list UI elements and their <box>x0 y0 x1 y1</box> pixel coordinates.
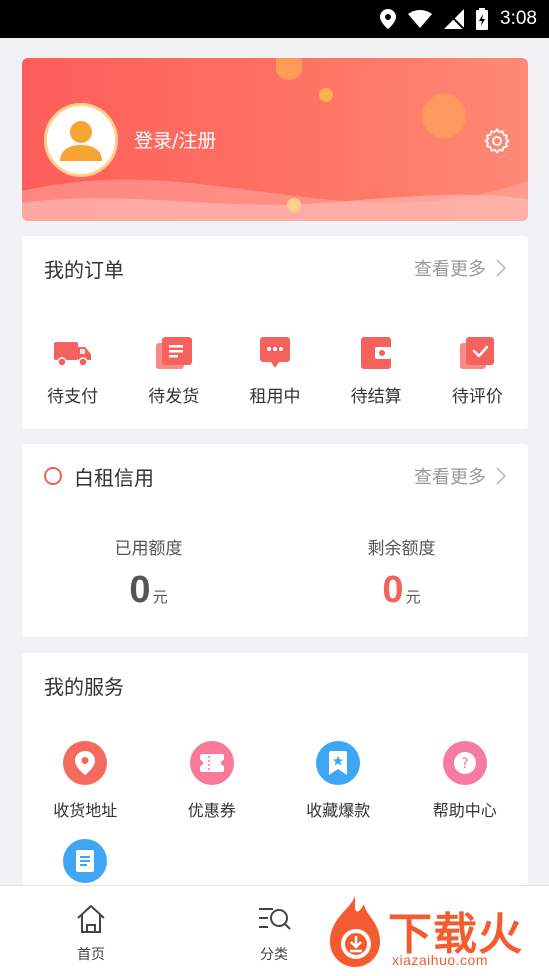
services-row: 收货地址 优惠券 收藏爆款 ? 帮助中心 <box>22 741 528 821</box>
used-quota-unit: 元 <box>152 588 168 606</box>
used-quota-value-row: 0 元 <box>129 569 167 612</box>
service-coupons[interactable]: 优惠券 <box>149 741 276 821</box>
ring-icon <box>44 467 62 485</box>
order-item-label: 待评价 <box>451 387 503 407</box>
remaining-quota-value-row: 0 元 <box>382 569 420 612</box>
credit-more-label: 查看更多 <box>414 467 486 488</box>
orders-more-link[interactable]: 查看更多 <box>414 255 506 281</box>
credit-card: 白租信用 查看更多 已用额度 0 元 剩余额度 0 元 <box>22 444 528 637</box>
credit-more-link[interactable]: 查看更多 <box>414 463 506 489</box>
order-item-pending-shipment[interactable]: 待发货 <box>123 336 224 407</box>
document-icon <box>154 336 194 370</box>
order-status-row: 待支付 待发货 租用中 待结算 待评价 <box>22 336 528 407</box>
watermark-logo: 下载火 xiazaihuo.com <box>320 890 549 976</box>
wifi-icon <box>408 10 433 28</box>
service-shipping-address[interactable]: 收货地址 <box>22 741 149 821</box>
avatar[interactable] <box>44 103 118 177</box>
watermark-url: xiazaihuo.com <box>392 952 488 968</box>
services-title: 我的服务 <box>44 674 124 699</box>
decor-bubble <box>422 94 466 138</box>
status-bar: 3:08 <box>0 0 549 38</box>
service-label: 收货地址 <box>53 801 118 820</box>
orders-more-label: 查看更多 <box>414 259 486 280</box>
decor-bubble <box>287 198 301 212</box>
category-search-icon <box>259 908 291 930</box>
remaining-quota: 剩余额度 0 元 <box>275 534 528 612</box>
wallet-icon <box>356 336 396 370</box>
svg-text:?: ? <box>461 756 468 772</box>
credit-title-wrap: 白租信用 <box>44 462 154 491</box>
chevron-right-icon <box>496 259 506 277</box>
credit-title: 白租信用 <box>74 465 154 490</box>
coupon-icon <box>189 741 234 785</box>
order-item-renting[interactable]: 租用中 <box>224 336 325 407</box>
help-icon: ? <box>442 741 487 785</box>
tab-category[interactable]: 分类 <box>229 904 319 964</box>
used-quota-label: 已用额度 <box>114 539 183 559</box>
orders-header: 我的订单 查看更多 <box>22 236 528 300</box>
signal-icon <box>444 9 465 29</box>
orders-title: 我的订单 <box>44 257 124 282</box>
services-card: 我的服务 收货地址 优惠券 收藏爆款 ? 帮助中心 <box>22 653 528 885</box>
service-label: 帮助中心 <box>432 801 497 820</box>
gear-icon[interactable] <box>484 128 510 154</box>
order-item-pending-review[interactable]: 待评价 <box>427 336 528 407</box>
remaining-quota-unit: 元 <box>405 588 421 606</box>
service-favorites[interactable]: 收藏爆款 <box>275 741 402 821</box>
used-quota: 已用额度 0 元 <box>22 534 275 612</box>
profile-card: 登录/注册 <box>22 58 528 221</box>
flame-logo-icon <box>330 896 380 967</box>
home-icon <box>77 905 105 933</box>
credit-header: 白租信用 查看更多 <box>22 444 528 508</box>
tab-label: 分类 <box>260 947 288 963</box>
order-item-label: 待结算 <box>350 387 402 407</box>
tab-home[interactable]: 首页 <box>46 904 136 964</box>
user-avatar-icon <box>60 121 102 161</box>
bookmark-icon <box>316 741 361 785</box>
note-icon <box>63 839 108 883</box>
check-icon <box>457 336 497 370</box>
chevron-right-icon <box>496 467 506 485</box>
remaining-quota-value: 0 <box>382 569 404 611</box>
order-item-label: 租用中 <box>249 387 301 407</box>
remaining-quota-label: 剩余额度 <box>367 539 436 559</box>
order-item-label: 待支付 <box>47 387 99 407</box>
truck-icon <box>53 336 93 370</box>
chat-icon <box>255 336 295 370</box>
location-pin-icon <box>63 741 108 785</box>
used-quota-value: 0 <box>129 569 151 611</box>
decor-bubble <box>319 88 333 102</box>
orders-card: 我的订单 查看更多 待支付 待发货 租用中 待结算 待评价 <box>22 236 528 429</box>
services-header: 我的服务 <box>22 653 528 717</box>
order-item-pending-settlement[interactable]: 待结算 <box>326 336 427 407</box>
order-item-pending-payment[interactable]: 待支付 <box>22 336 123 407</box>
login-register-link[interactable]: 登录/注册 <box>134 126 216 153</box>
status-time: 3:08 <box>500 8 537 29</box>
service-label: 收藏爆款 <box>306 801 371 820</box>
decor-bubble <box>276 58 302 80</box>
tab-label: 首页 <box>77 947 105 963</box>
order-item-label: 待发货 <box>148 387 200 407</box>
location-icon <box>380 9 397 29</box>
service-label: 优惠券 <box>187 801 236 820</box>
service-help-center[interactable]: ? 帮助中心 <box>402 741 529 821</box>
battery-icon <box>476 8 489 30</box>
service-notes[interactable] <box>22 839 149 883</box>
